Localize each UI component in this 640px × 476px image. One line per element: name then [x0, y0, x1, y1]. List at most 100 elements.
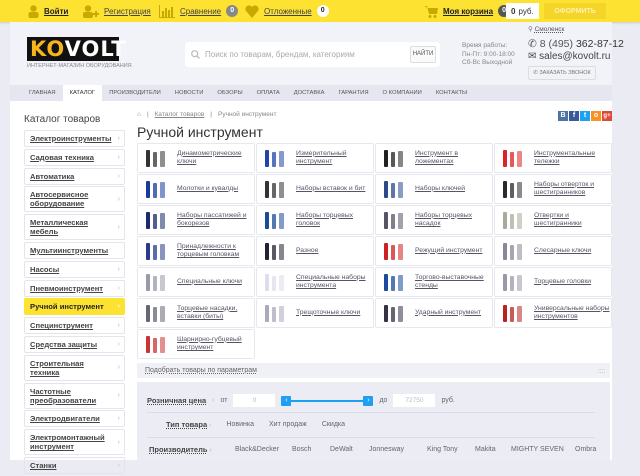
type-label[interactable]: Тип товара — [166, 420, 207, 429]
category-link[interactable]: Наборы торцевых головок — [296, 206, 372, 234]
manufacturer-option[interactable]: Black&Decker — [235, 446, 292, 453]
vk-icon[interactable]: В — [558, 111, 568, 121]
sidebar-item[interactable]: Мультиинструменты — [24, 241, 125, 259]
nav-news[interactable]: Новости — [168, 85, 211, 101]
manufacturer-option[interactable]: Jonnesway — [369, 446, 427, 453]
category-card[interactable]: Динамометрические ключи — [137, 143, 255, 173]
type-new[interactable]: Новинка — [226, 421, 254, 428]
nav-about[interactable]: О компании — [376, 85, 429, 101]
category-card[interactable]: Принадлежности к торцевым головкам — [137, 236, 255, 266]
category-link[interactable]: Ударный инструмент — [415, 299, 491, 327]
sidebar-item[interactable]: Насосы › — [24, 260, 125, 278]
manufacturer-label[interactable]: Производитель — [149, 445, 207, 454]
price-to-input[interactable]: 72750 — [393, 394, 436, 407]
category-card[interactable]: Отвертки и шестигранники — [494, 205, 612, 235]
category-link[interactable]: Разное — [296, 237, 372, 265]
sidebar-item[interactable]: Электродвигатели › — [24, 410, 125, 428]
manufacturer-option[interactable]: King Tony — [427, 446, 475, 453]
category-link[interactable]: Отвертки и шестигранники — [534, 206, 610, 234]
slider-min-handle[interactable]: ‹ — [281, 395, 292, 406]
search-button[interactable]: НАЙТИ — [410, 46, 436, 63]
manufacturer-option[interactable]: DeWalt — [330, 446, 369, 453]
nav-reviews[interactable]: Обзоры — [210, 85, 249, 101]
category-card[interactable]: Наборы ключей — [375, 174, 493, 204]
login-link[interactable]: Войти — [28, 0, 68, 22]
register-link[interactable]: Регистрация — [82, 0, 151, 22]
sidebar-item[interactable]: Строительная техника › — [24, 354, 125, 381]
filter-toggle[interactable]: Подобрать товары по параметрам — — [137, 363, 610, 378]
nav-catalog[interactable]: Каталог — [62, 85, 103, 101]
category-link[interactable]: Инструментальные тележки — [534, 144, 610, 172]
category-link[interactable]: Специальные ключи — [177, 268, 253, 296]
nav-payment[interactable]: Оплата — [250, 85, 287, 101]
sidebar-item[interactable]: Специнструмент › — [24, 317, 125, 335]
category-card[interactable]: Торгово-выставочные стенды — [375, 267, 493, 297]
sidebar-item[interactable]: Средства защиты › — [24, 335, 125, 353]
sidebar-item[interactable]: Электроинструменты › — [24, 130, 125, 147]
sidebar-item[interactable]: Частотные преобразователи › — [24, 382, 125, 409]
category-link[interactable]: Наборы пассатижей и бокорезов — [177, 206, 253, 234]
phone[interactable]: ✆ 8 (495) 362-87-12 — [528, 38, 624, 50]
price-from-input[interactable]: 0 — [233, 394, 276, 407]
category-card[interactable]: Торцевые насадки, вставки (биты) — [137, 298, 255, 328]
category-link[interactable]: Наборы отверток и шестигранников — [534, 175, 610, 203]
category-card[interactable]: Наборы пассатижей и бокорезов — [137, 205, 255, 235]
city-selector[interactable]: Смоленск — [535, 26, 565, 33]
category-link[interactable]: Трещоточные ключи — [296, 299, 372, 327]
category-link[interactable]: Шарнирно-губцевый инструмент — [177, 330, 253, 358]
category-card[interactable]: Наборы торцевых насадок — [375, 205, 493, 235]
nav-contacts[interactable]: Контакты — [429, 85, 474, 101]
category-link[interactable]: Наборы ключей — [415, 175, 491, 203]
category-link[interactable]: Наборы торцевых насадок — [415, 206, 491, 234]
compare-link[interactable]: Сравнение 0 — [159, 0, 239, 22]
type-hit[interactable]: Хит продаж — [269, 421, 307, 428]
category-link[interactable]: Режущий инструмент — [415, 237, 491, 265]
sidebar-item[interactable]: Автосервисное оборудование › — [24, 186, 125, 213]
category-card[interactable]: Трещоточные ключи — [256, 298, 374, 328]
favorites-link[interactable]: Отложенные 0 — [245, 0, 329, 22]
sidebar-item[interactable]: Ручной инструмент › — [24, 298, 125, 316]
category-link[interactable]: Универсальные наборы инструментов — [534, 299, 610, 327]
category-card[interactable]: Специальные наборы инструмента — [256, 267, 374, 297]
category-card[interactable]: Наборы торцевых головок — [256, 205, 374, 235]
sidebar-item[interactable]: Электромонтажный инструмент › — [24, 429, 125, 456]
slider-max-handle[interactable]: › — [363, 395, 374, 406]
price-slider[interactable]: ‹ › — [281, 395, 374, 406]
category-link[interactable]: Молотки и кувалды — [177, 175, 253, 203]
sidebar-item[interactable]: Автоматика › — [24, 167, 125, 185]
category-card[interactable]: Специальные ключи — [137, 267, 255, 297]
category-card[interactable]: Наборы вставок и бит — [256, 174, 374, 204]
checkout-button[interactable]: ОФОРМИТЬ — [544, 3, 606, 19]
manufacturer-option[interactable]: Makita — [475, 446, 511, 453]
breadcrumb-catalog[interactable]: Каталог товаров — [155, 111, 205, 118]
email[interactable]: ✉ sales@kovolt.ru — [528, 51, 610, 63]
sidebar-item[interactable]: Пневмоинструмент › — [24, 279, 125, 297]
category-card[interactable]: Ударный инструмент — [375, 298, 493, 328]
type-sale[interactable]: Скидка — [322, 421, 345, 428]
logo[interactable]: KOVOLT — [27, 37, 126, 61]
search-input[interactable]: Поиск по товарам, брендам, категориям — [205, 50, 355, 59]
category-link[interactable]: Инструмент в ложементах — [415, 144, 491, 172]
facebook-icon[interactable]: f — [569, 111, 579, 121]
category-card[interactable]: Торцевые головки — [494, 267, 612, 297]
nav-home[interactable]: Главная — [22, 85, 63, 101]
manufacturer-option[interactable]: Ombra — [575, 446, 615, 453]
category-card[interactable]: Шарнирно-губцевый инструмент — [137, 329, 255, 359]
twitter-icon[interactable]: t — [580, 111, 590, 121]
category-card[interactable]: Слесарные ключи — [494, 236, 612, 266]
nav-manufacturers[interactable]: Производители — [102, 85, 168, 101]
category-link[interactable]: Принадлежности к торцевым головкам — [177, 237, 253, 265]
manufacturer-option[interactable]: Bosch — [292, 446, 330, 453]
manufacturer-option[interactable]: MIGHTY SEVEN — [511, 446, 575, 453]
category-card[interactable]: Разное — [256, 236, 374, 266]
sidebar-item[interactable]: Садовая техника › — [24, 148, 125, 166]
category-card[interactable]: Режущий инструмент — [375, 236, 493, 266]
category-link[interactable]: Торгово-выставочные стенды — [415, 268, 491, 296]
category-card[interactable]: Измерительный инструмент — [256, 143, 374, 173]
category-link[interactable]: Динамометрические ключи — [177, 144, 253, 172]
nav-delivery[interactable]: Доставка — [287, 85, 332, 101]
category-card[interactable]: Молотки и кувалды — [137, 174, 255, 204]
category-link[interactable]: Специальные наборы инструмента — [296, 268, 372, 296]
category-link[interactable]: Наборы вставок и бит — [296, 175, 372, 203]
category-card[interactable]: Инструментальные тележки — [494, 143, 612, 173]
